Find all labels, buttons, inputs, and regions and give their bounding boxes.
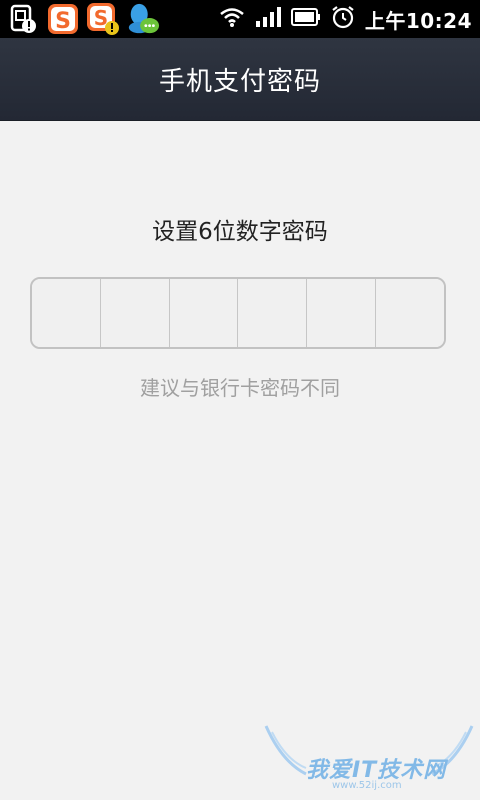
wifi-icon (219, 6, 245, 32)
status-time: 上午10:24 (364, 8, 472, 33)
pin-digit-cell[interactable] (376, 279, 444, 347)
pin-hint: 建议与银行卡密码不同 (140, 376, 340, 400)
pin-prompt: 设置6位数字密码 (152, 219, 328, 245)
pin-digit-cell[interactable] (238, 279, 308, 347)
svg-text:S: S (55, 9, 71, 34)
signal-icon (255, 6, 281, 32)
qq-chat-icon (126, 2, 160, 36)
watermark-logo: 我爱IT技术网 www.52ij.com (262, 722, 476, 798)
battery-icon (290, 7, 321, 31)
status-bar: S S 上午10:24 (0, 0, 480, 38)
pin-digit-cell[interactable] (169, 279, 239, 347)
pin-digit-cell[interactable] (100, 279, 170, 347)
pin-digit-cell[interactable] (307, 279, 377, 347)
system-tray: 上午10:24 (219, 0, 472, 38)
alarm-icon (331, 5, 355, 33)
watermark-url: www.52ij.com (332, 780, 402, 791)
notification-area: S S (6, 2, 160, 36)
sim-warning-icon (6, 2, 40, 36)
sogou-alert-icon: S (86, 2, 120, 36)
pin-digit-cell[interactable] (32, 279, 101, 347)
title-bar: 手机支付密码 (0, 38, 480, 121)
page-title: 手机支付密码 (158, 66, 321, 97)
pin-input[interactable] (30, 277, 446, 349)
sogou-icon: S (46, 2, 80, 36)
